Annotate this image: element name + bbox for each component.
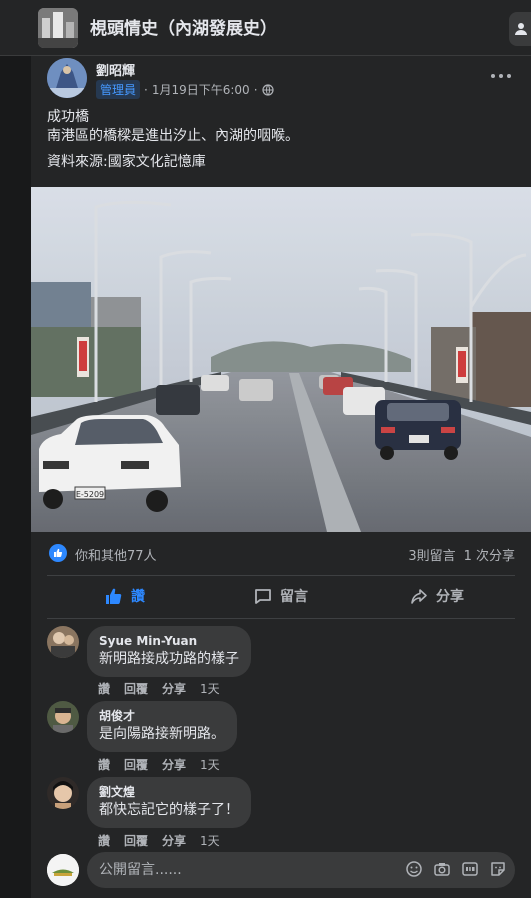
share-label: 分享 <box>436 589 464 605</box>
share-icon <box>411 589 427 604</box>
comment-button[interactable]: 留言 <box>203 580 359 612</box>
dot <box>491 74 495 78</box>
comment-label: 留言 <box>280 589 308 605</box>
meta-separator-2: · <box>253 82 258 97</box>
post-timestamp[interactable]: 1月19日下午6:00 <box>152 81 250 98</box>
share-button[interactable]: 分享 <box>359 580 515 612</box>
camera-icon[interactable] <box>433 860 451 878</box>
meta-separator: · <box>144 82 148 97</box>
comment-reply-link[interactable]: 回覆 <box>124 680 148 697</box>
comment-time[interactable]: 1天 <box>200 832 220 849</box>
post-meta: 管理員 · 1月19日下午6:00 · <box>96 80 274 99</box>
comment-composer <box>87 852 515 888</box>
group-header: 梘頭情史（內湖發展史） <box>0 0 531 56</box>
commenter-avatar[interactable] <box>47 701 79 733</box>
post-text-line: 資料來源:國家文化記憶庫 <box>47 154 206 170</box>
comment-text: 新明路接成功路的樣子 <box>99 651 239 667</box>
commenter-name[interactable]: 胡俊才 <box>99 708 225 724</box>
post-photo[interactable]: E-5209 <box>31 187 531 532</box>
comment-share-link[interactable]: 分享 <box>162 680 186 697</box>
gif-icon[interactable] <box>461 860 479 878</box>
admin-badge: 管理員 <box>96 80 141 99</box>
comment-share-link[interactable]: 分享 <box>162 756 186 773</box>
commenter-avatar[interactable] <box>47 777 79 809</box>
emoji-icon[interactable] <box>405 860 423 878</box>
thumbs-up-icon <box>106 588 122 604</box>
commenter-name[interactable]: 劉文煌 <box>99 784 239 800</box>
shares-count[interactable]: 1 次分享 <box>464 545 515 564</box>
like-button[interactable]: 讚 <box>47 580 203 612</box>
comment-time[interactable]: 1天 <box>200 756 220 773</box>
comment-input[interactable] <box>99 860 389 880</box>
globe-icon <box>261 83 274 96</box>
like-label: 讚 <box>131 589 145 605</box>
likes-count[interactable]: 你和其他77人 <box>75 545 157 564</box>
comment-bubble: Syue Min-Yuan 新明路接成功路的樣子 <box>87 626 251 677</box>
author-name[interactable]: 劉昭輝 <box>96 60 135 79</box>
dot <box>507 74 511 78</box>
group-thumbnail[interactable] <box>38 8 78 48</box>
dot <box>499 74 503 78</box>
comment-like-link[interactable]: 讚 <box>98 756 110 773</box>
like-reaction-icon[interactable] <box>49 544 67 562</box>
sticker-icon[interactable] <box>489 860 507 878</box>
composer-icons <box>405 860 507 878</box>
engagement-counts: 3則留言 1 次分享 <box>408 545 515 564</box>
current-user-avatar[interactable] <box>47 854 79 886</box>
comment-text: 都快忘記它的樣子了！ <box>99 802 239 818</box>
post-body: 成功橋 南港區的橋樑是進出汐止、內湖的咽喉。 資料來源:國家文化記憶庫 <box>47 108 299 172</box>
post-text-line: 成功橋 <box>47 109 89 125</box>
comment-bubble: 劉文煌 都快忘記它的樣子了！ <box>87 777 251 828</box>
comment-like-link[interactable]: 讚 <box>98 832 110 849</box>
comments-count[interactable]: 3則留言 <box>408 545 455 564</box>
comment-actions: 讚 回覆 分享 1天 <box>98 832 220 849</box>
comment-icon <box>255 589 271 604</box>
group-title[interactable]: 梘頭情史（內湖發展史） <box>90 14 277 39</box>
post-actions: 讚 留言 分享 <box>47 575 515 615</box>
comment-text: 是向陽路接新明路。 <box>99 726 225 742</box>
comment-share-link[interactable]: 分享 <box>162 832 186 849</box>
comment-actions: 讚 回覆 分享 1天 <box>98 680 220 697</box>
commenter-avatar[interactable] <box>47 626 79 658</box>
post-text-line <box>47 146 299 153</box>
post-text-line: 南港區的橋樑是進出汐止、內湖的咽喉。 <box>47 128 299 144</box>
commenter-name[interactable]: Syue Min-Yuan <box>99 633 239 649</box>
post-options-button[interactable] <box>491 68 511 84</box>
add-member-button[interactable] <box>509 12 531 46</box>
author-avatar[interactable] <box>47 58 87 98</box>
post-card: 劉昭輝 管理員 · 1月19日下午6:00 · 成功橋 南港區的橋樑是進出汐止、… <box>31 56 531 898</box>
comment-actions: 讚 回覆 分享 1天 <box>98 756 220 773</box>
people-icon <box>515 23 527 35</box>
divider <box>47 618 515 619</box>
comment-reply-link[interactable]: 回覆 <box>124 756 148 773</box>
comment-bubble: 胡俊才 是向陽路接新明路。 <box>87 701 237 752</box>
comment-reply-link[interactable]: 回覆 <box>124 832 148 849</box>
comment-time[interactable]: 1天 <box>200 680 220 697</box>
comment-like-link[interactable]: 讚 <box>98 680 110 697</box>
reaction-stats: 你和其他77人 3則留言 1 次分享 <box>31 538 531 568</box>
